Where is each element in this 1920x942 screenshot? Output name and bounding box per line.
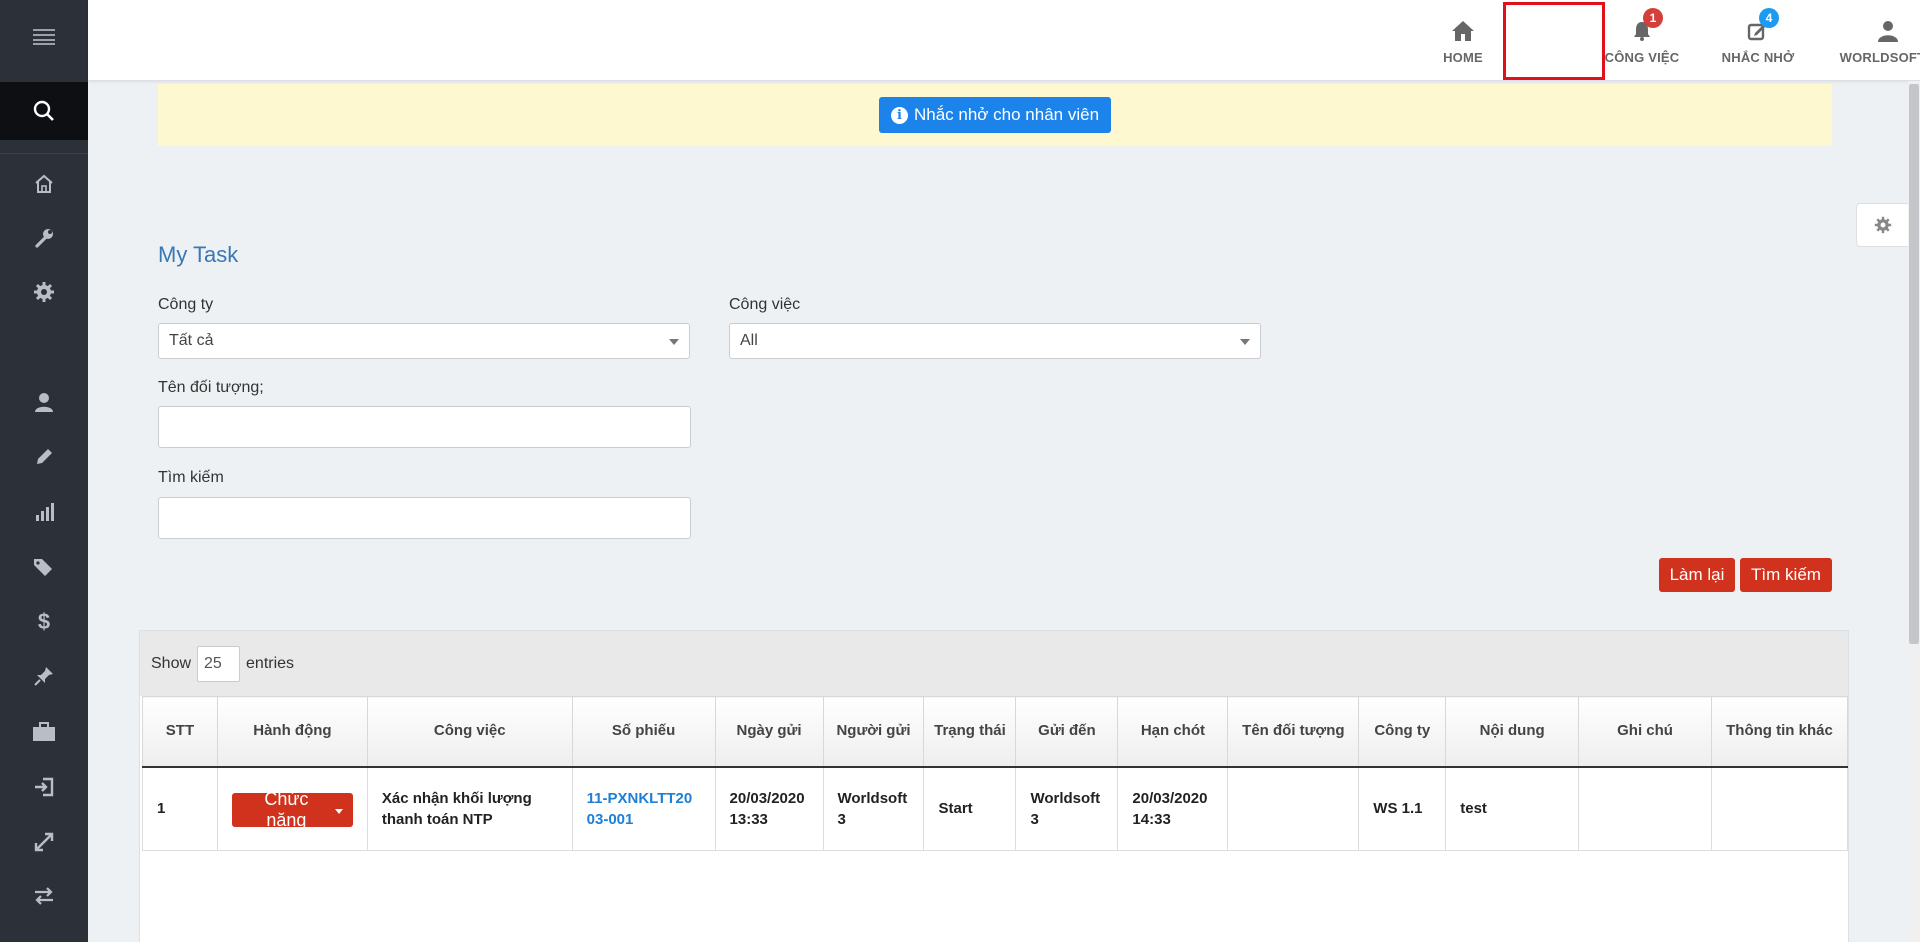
reminders-badge: 4 xyxy=(1759,8,1779,28)
nav-user[interactable]: WORLDSOFT 3 xyxy=(1828,0,1920,81)
sign-in-icon[interactable] xyxy=(0,771,88,803)
gear-icon xyxy=(1874,216,1891,234)
tasks-badge: 1 xyxy=(1643,8,1663,28)
col-object-name[interactable]: Tên đối tượng xyxy=(1227,696,1360,768)
ticket-link[interactable]: 11-PXNKLTT2003-001 xyxy=(587,790,693,828)
company-label: Công ty xyxy=(158,296,214,313)
col-sender[interactable]: Người gửi xyxy=(822,696,925,768)
object-name-input[interactable] xyxy=(158,406,691,448)
show-label: Show xyxy=(151,654,192,672)
chevron-down-icon xyxy=(1240,339,1250,345)
entries-value: 25 xyxy=(204,654,222,672)
entries-label: entries xyxy=(246,654,295,672)
nav-home[interactable]: HOME xyxy=(1423,0,1503,81)
nav-home-label: HOME xyxy=(1443,50,1483,65)
company-select[interactable]: Tất cả xyxy=(158,323,690,359)
cell-object-name xyxy=(1227,766,1360,851)
task-table: STT Hành động Công việc Số phiếu Ngày gử… xyxy=(142,696,1849,851)
col-status[interactable]: Trạng thái xyxy=(923,696,1017,768)
home-icon[interactable] xyxy=(0,168,88,200)
col-deadline[interactable]: Hạn chót xyxy=(1117,696,1229,768)
col-content[interactable]: Nội dung xyxy=(1445,696,1580,768)
reset-button[interactable]: Làm lại xyxy=(1659,558,1735,592)
page-title: My Task xyxy=(158,242,239,267)
task-table-panel: Show 25 entries STT Hành động Công việc … xyxy=(139,630,1849,942)
gear-icon[interactable] xyxy=(0,276,88,308)
nav-tasks-label: CÔNG VIỆC xyxy=(1604,50,1680,65)
scrollbar-thumb[interactable] xyxy=(1909,84,1919,644)
nav-tasks[interactable]: 1 CÔNG VIỆC xyxy=(1593,0,1691,81)
col-task[interactable]: Công việc xyxy=(366,696,573,768)
search-label: Tìm kiếm xyxy=(158,469,224,486)
search-icon[interactable] xyxy=(0,82,88,140)
bar-chart-icon[interactable] xyxy=(0,496,88,528)
user-icon xyxy=(1878,21,1898,42)
nav-user-label: WORLDSOFT 3 xyxy=(1839,50,1920,65)
pencil-icon[interactable] xyxy=(0,441,88,473)
object-name-label: Tên đối tượng; xyxy=(158,379,264,396)
col-other-info[interactable]: Thông tin khác xyxy=(1710,696,1849,768)
cell-other-info xyxy=(1710,766,1849,851)
expand-icon[interactable] xyxy=(0,826,88,858)
chevron-down-icon xyxy=(669,339,679,345)
remind-employee-label: Nhắc nhở cho nhân viên xyxy=(913,105,1100,124)
sidebar: $ xyxy=(0,0,88,942)
pin-icon[interactable] xyxy=(0,660,88,692)
task-select[interactable]: All xyxy=(729,323,1261,359)
info-icon: i xyxy=(890,106,908,124)
task-select-value: All xyxy=(740,332,758,349)
briefcase-icon[interactable] xyxy=(0,716,88,748)
menu-icon[interactable] xyxy=(0,18,88,56)
user-icon[interactable] xyxy=(0,386,88,418)
top-navigation: HOME 1 CÔNG VIỆC 4 NHẮC NHỞ WORLDSOFT 3 xyxy=(88,0,1920,81)
caret-down-icon xyxy=(334,809,343,815)
cell-status: Start xyxy=(923,766,1017,851)
cell-content: test xyxy=(1445,766,1580,851)
nav-reminders-label: NHẮC NHỞ xyxy=(1721,50,1795,65)
cell-ticket: 11-PXNKLTT2003-001 xyxy=(571,766,716,851)
col-ticket[interactable]: Số phiếu xyxy=(571,696,716,768)
dollar-icon[interactable]: $ xyxy=(0,606,88,638)
remind-employee-button[interactable]: i Nhắc nhở cho nhân viên xyxy=(878,97,1112,133)
table-row: 1 Chức năng Xác nhận khối lượng thanh to… xyxy=(142,766,1849,851)
cell-action: Chức năng xyxy=(216,766,368,851)
notice-banner: i Nhắc nhở cho nhân viên xyxy=(158,84,1832,146)
cell-sender: Worldsoft 3 xyxy=(822,766,925,851)
cell-stt: 1 xyxy=(142,766,218,851)
function-button-label: Chức năng xyxy=(264,789,309,831)
tags-icon[interactable] xyxy=(0,551,88,583)
home-icon xyxy=(1452,21,1474,41)
wrench-icon[interactable] xyxy=(0,222,88,254)
table-length-control: Show 25 entries xyxy=(140,631,1848,696)
search-button[interactable]: Tìm kiếm xyxy=(1740,558,1832,592)
col-company[interactable]: Công ty xyxy=(1358,696,1447,768)
cell-company: WS 1.1 xyxy=(1358,766,1447,851)
task-label: Công việc xyxy=(729,296,801,313)
entries-select[interactable]: 25 xyxy=(197,645,241,682)
cell-send-to: Worldsoft 3 xyxy=(1015,766,1119,851)
col-send-to[interactable]: Gửi đến xyxy=(1015,696,1119,768)
cell-task: Xác nhận khối lượng thanh toán NTP xyxy=(366,766,573,851)
cell-sent-date: 20/03/2020 13:33 xyxy=(714,766,824,851)
col-note[interactable]: Ghi chú xyxy=(1578,696,1712,768)
cell-note xyxy=(1578,766,1712,851)
col-sent-date[interactable]: Ngày gửi xyxy=(714,696,824,768)
cell-deadline: 20/03/2020 14:33 xyxy=(1117,766,1229,851)
col-stt[interactable]: STT xyxy=(142,696,218,768)
highlight-box xyxy=(1503,2,1605,80)
nav-reminders[interactable]: 4 NHẮC NHỞ xyxy=(1708,0,1808,81)
settings-panel-toggle[interactable] xyxy=(1856,203,1908,247)
company-select-value: Tất cả xyxy=(169,332,214,349)
exchange-icon[interactable] xyxy=(0,880,88,912)
table-header-row: STT Hành động Công việc Số phiếu Ngày gử… xyxy=(142,696,1849,768)
search-input[interactable] xyxy=(158,497,691,539)
function-dropdown-button[interactable]: Chức năng xyxy=(231,789,353,830)
col-action[interactable]: Hành động xyxy=(216,696,368,768)
